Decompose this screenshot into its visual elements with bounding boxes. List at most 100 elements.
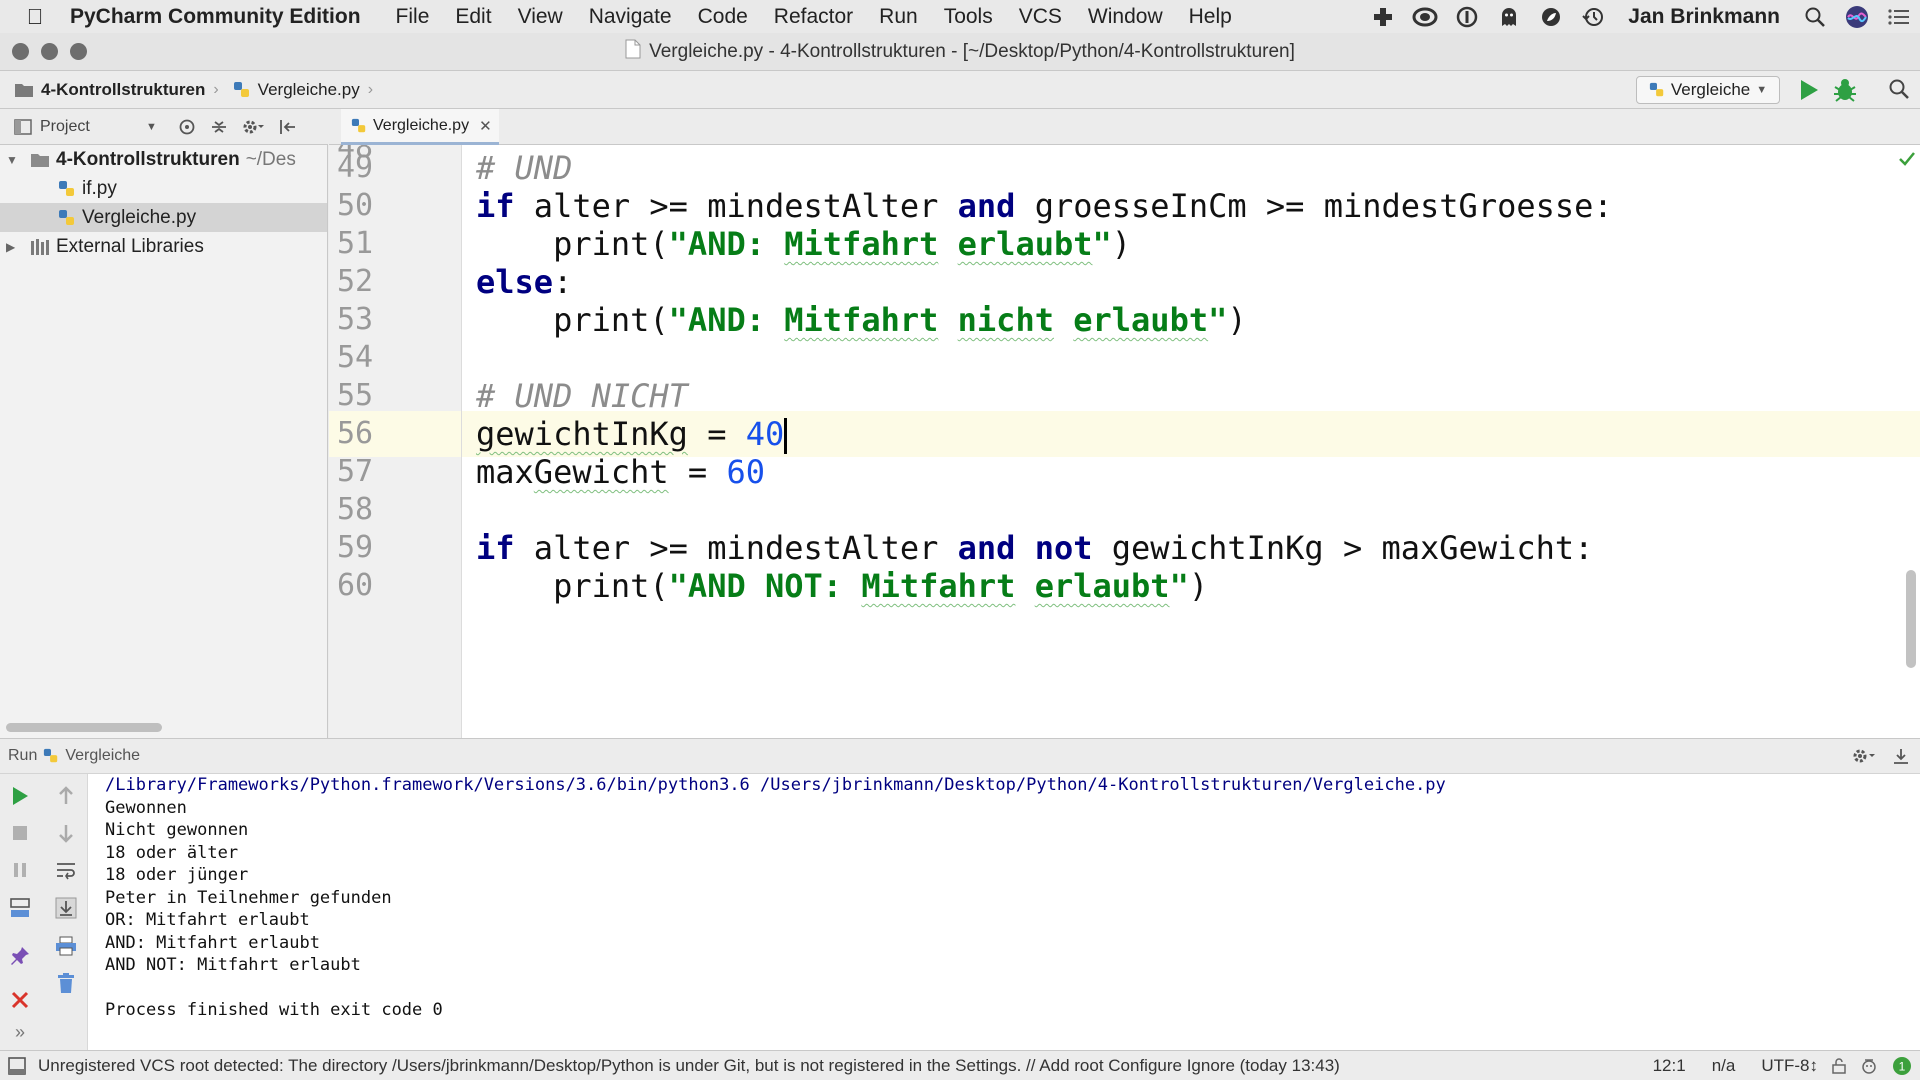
comment: # UND: [476, 377, 592, 415]
console-command-line: /Library/Frameworks/Python.framework/Ver…: [105, 775, 1446, 795]
menu-navigate[interactable]: Navigate: [589, 5, 672, 29]
close-red-x-icon[interactable]: [6, 986, 34, 1014]
expanded-triangle-icon[interactable]: ▼: [6, 153, 22, 167]
tree-item-file-selected[interactable]: Vergleiche.py: [0, 203, 327, 232]
keyword: if: [476, 187, 515, 225]
breadcrumb-folder-label: 4-Kontrollstrukturen: [41, 79, 206, 99]
breadcrumb-file[interactable]: Vergleiche.py ›: [233, 80, 373, 100]
caret-position[interactable]: 12:1: [1653, 1056, 1686, 1076]
chevron-down-icon: ▼: [1756, 84, 1768, 96]
breadcrumb-folder[interactable]: 4-Kontrollstrukturen ›: [14, 80, 219, 100]
stop-icon[interactable]: [6, 819, 34, 847]
minimize-window-button[interactable]: [41, 43, 58, 60]
menu-vcs[interactable]: VCS: [1019, 5, 1062, 29]
code-text: max: [476, 453, 534, 491]
keyword: if: [476, 529, 515, 567]
hide-panel-icon[interactable]: [1892, 747, 1910, 765]
print-icon[interactable]: [52, 932, 80, 960]
gear-icon[interactable]: [242, 118, 264, 136]
inspector-face-icon[interactable]: [1860, 1057, 1878, 1075]
code-line-60: print("AND NOT: Mitfahrt erlaubt"): [462, 563, 1920, 609]
gear-icon[interactable]: [1852, 747, 1876, 765]
line-number-gutter: 48 49 50 51 52 53 54 55 56 57 58 59 60: [329, 145, 462, 738]
code-editor[interactable]: # UND if alter >= mindestAlter and groes…: [462, 145, 1920, 738]
tab-label: Vergleiche.py: [373, 116, 470, 134]
menu-edit[interactable]: Edit: [455, 5, 491, 29]
rerun-icon[interactable]: [6, 782, 34, 810]
notification-center-icon[interactable]: [1886, 4, 1912, 30]
zoom-window-button[interactable]: [70, 43, 87, 60]
tool-windows-toggle-icon[interactable]: [8, 1056, 26, 1075]
code-text: alter >= mindestAlter: [514, 529, 958, 567]
restore-layout-icon[interactable]: [6, 894, 34, 922]
locate-target-icon[interactable]: [178, 118, 196, 136]
code-text: print(: [476, 225, 669, 263]
apple-icon[interactable]: : [0, 4, 70, 30]
run-panel-config[interactable]: Vergleiche: [65, 747, 140, 765]
lock-icon[interactable]: [1832, 1057, 1846, 1074]
trash-icon[interactable]: [52, 969, 80, 997]
app-name-menu[interactable]: PyCharm Community Edition: [70, 5, 361, 29]
spotlight-search-icon[interactable]: [1802, 4, 1828, 30]
inspection-ok-check-icon[interactable]: [1898, 151, 1916, 172]
chevron-down-icon[interactable]: ▼: [146, 121, 157, 133]
menu-code[interactable]: Code: [698, 5, 748, 29]
search-everywhere-icon[interactable]: [1888, 78, 1910, 105]
ghost-icon[interactable]: [1496, 4, 1522, 30]
console-line: AND NOT: Mitfahrt erlaubt: [105, 955, 361, 975]
soft-wrap-icon[interactable]: [52, 856, 80, 884]
more-chevron-icon[interactable]: »: [6, 1018, 34, 1046]
menu-file[interactable]: File: [396, 5, 430, 29]
menu-refactor[interactable]: Refactor: [774, 5, 853, 29]
close-icon[interactable]: ✕: [479, 117, 492, 135]
project-tree: ▼ 4-Kontrollstrukturen ~/Des if.py Vergl…: [0, 145, 328, 738]
menu-help[interactable]: Help: [1189, 5, 1232, 29]
pin-icon[interactable]: [6, 942, 34, 970]
line-separator-status[interactable]: n/a: [1712, 1056, 1736, 1076]
creative-cloud-icon[interactable]: [1412, 4, 1438, 30]
run-icon[interactable]: [1798, 78, 1820, 107]
tree-item-external-libraries[interactable]: ▶ External Libraries: [0, 232, 327, 261]
plus-icon[interactable]: [1370, 4, 1396, 30]
arrow-down-icon[interactable]: [52, 819, 80, 847]
menu-window[interactable]: Window: [1088, 5, 1163, 29]
editor-vertical-scrollbar[interactable]: [1906, 570, 1916, 668]
tab-vergleiche-py[interactable]: Vergleiche.py ✕: [341, 109, 499, 145]
run-console-output[interactable]: /Library/Frameworks/Python.framework/Ver…: [88, 774, 1920, 1050]
arrow-up-icon[interactable]: [52, 782, 80, 810]
run-configuration-select[interactable]: Vergleiche ▼: [1636, 76, 1780, 104]
collapsed-triangle-icon[interactable]: ▶: [6, 240, 22, 254]
time-machine-icon[interactable]: [1580, 4, 1606, 30]
code-text: gewichtInKg > maxGewicht:: [1092, 529, 1594, 567]
hide-panel-icon[interactable]: [278, 118, 296, 136]
spell-check-word: NICHT: [591, 377, 688, 415]
python-file-icon: [1649, 82, 1665, 98]
code-text: print(: [476, 567, 669, 605]
console-line: 18 oder jünger: [105, 865, 249, 885]
file-encoding[interactable]: UTF-8↕: [1761, 1056, 1818, 1076]
editor-tab-bar: Vergleiche.py ✕: [329, 109, 1920, 145]
breadcrumb-file-label: Vergleiche.py: [257, 79, 360, 99]
menu-run[interactable]: Run: [879, 5, 918, 29]
tree-item-file[interactable]: if.py: [0, 174, 327, 203]
project-view-select[interactable]: Project: [40, 118, 90, 136]
event-log-icon[interactable]: 1: [1892, 1056, 1912, 1076]
project-tree-horizontal-scrollbar[interactable]: [6, 723, 162, 732]
password-icon[interactable]: [1454, 4, 1480, 30]
scroll-to-end-icon[interactable]: [52, 894, 80, 922]
vcs-notification-message[interactable]: Unregistered VCS root detected: The dire…: [38, 1056, 1340, 1076]
tree-item-root-folder[interactable]: ▼ 4-Kontrollstrukturen ~/Des: [0, 145, 327, 174]
comment: # UND: [476, 149, 573, 187]
leaf-icon[interactable]: [1538, 4, 1564, 30]
project-panel-header: Project ▼: [0, 109, 328, 145]
user-name[interactable]: Jan Brinkmann: [1628, 5, 1780, 29]
menu-tools[interactable]: Tools: [944, 5, 993, 29]
siri-icon[interactable]: [1844, 4, 1870, 30]
tree-file-label: if.py: [82, 177, 117, 199]
debug-bug-icon[interactable]: [1832, 77, 1858, 108]
python-file-icon: [43, 748, 59, 764]
collapse-all-icon[interactable]: [210, 118, 228, 136]
menu-view[interactable]: View: [518, 5, 563, 29]
pause-icon[interactable]: [6, 856, 34, 884]
close-window-button[interactable]: [12, 43, 29, 60]
